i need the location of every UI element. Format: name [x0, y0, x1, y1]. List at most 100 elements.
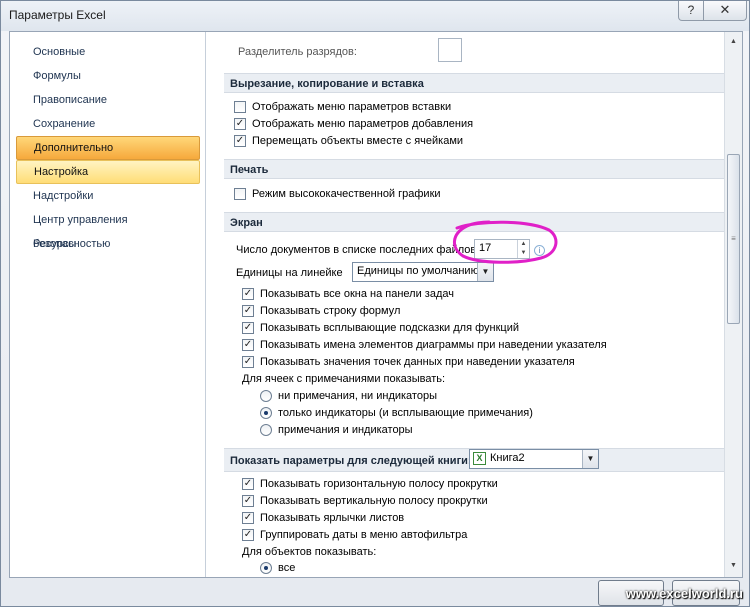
recent-files-label: Число документов в списке последних файл…	[236, 244, 480, 256]
options-panel: Разделитель разрядов: Вырезание, копиров…	[224, 32, 724, 577]
sidebar-item-label: Дополнительно	[34, 142, 114, 154]
option-row[interactable]: Отображать меню параметров вставки	[234, 99, 694, 116]
radio-button[interactable]	[260, 424, 272, 436]
checkbox-checked[interactable]: ✓	[242, 512, 254, 524]
option-row[interactable]: ✓ Показывать значения точек данных при н…	[242, 354, 702, 371]
option-row[interactable]: ✓ Показывать горизонтальную полосу прокр…	[242, 476, 702, 493]
checkbox[interactable]	[234, 188, 246, 200]
sidebar-item-resources[interactable]: Ресурсы	[16, 232, 200, 256]
option-label: Отображать меню параметров вставки	[252, 101, 452, 113]
radio-label: только индикаторы (и всплывающие примеча…	[278, 407, 533, 419]
radio-button-selected[interactable]	[260, 407, 272, 419]
scroll-thumb[interactable]: ≡	[727, 154, 740, 324]
option-row[interactable]: ✓ Перемещать объекты вместе с ячейками	[234, 133, 694, 150]
option-row[interactable]: ✓ Показывать все окна на панели задач	[242, 286, 702, 303]
sidebar-item-proofing[interactable]: Правописание	[16, 88, 200, 112]
sidebar-item-advanced[interactable]: Дополнительно	[16, 136, 200, 160]
option-label: Показывать все окна на панели задач	[260, 288, 454, 300]
help-icon: ?	[687, 3, 695, 17]
option-row[interactable]: ✓ Показывать всплывающие подсказки для ф…	[242, 320, 702, 337]
scroll-up-icon[interactable]: ▲	[726, 34, 741, 49]
section-print: Печать	[224, 159, 724, 179]
section-title: Экран	[230, 217, 263, 229]
checkbox-checked[interactable]: ✓	[242, 356, 254, 368]
watermark: www.excelworld.ru	[625, 586, 743, 601]
option-row[interactable]: ✓ Показывать ярлычки листов	[242, 510, 702, 527]
comments-label-row: Для ячеек с примечаниями показывать:	[242, 371, 445, 388]
option-label: Показывать имена элементов диаграммы при…	[260, 339, 607, 351]
thousands-separator-label: Разделитель разрядов:	[238, 46, 357, 58]
section-title: Вырезание, копирование и вставка	[230, 78, 424, 90]
radio-row[interactable]: примечания и индикаторы	[260, 422, 680, 439]
objects-label-row: Для объектов показывать:	[242, 544, 376, 561]
vertical-scrollbar[interactable]: ▲ ≡ ▼	[724, 32, 742, 577]
option-row[interactable]: ✓ Отображать меню параметров добавления	[234, 116, 694, 133]
title-bar: Параметры Excel ? ✕	[1, 1, 749, 31]
sidebar-item-label: Надстройки	[33, 190, 94, 202]
sidebar-item-customize[interactable]: Настройка	[16, 160, 200, 184]
checkbox[interactable]	[234, 101, 246, 113]
scroll-down-icon[interactable]: ▼	[726, 558, 741, 573]
chevron-down-icon[interactable]: ▼	[582, 450, 598, 468]
sidebar-item-label: Настройка	[34, 166, 89, 178]
checkbox-checked[interactable]: ✓	[234, 135, 246, 147]
sidebar-item-label: Правописание	[33, 94, 108, 106]
checkbox-checked[interactable]: ✓	[242, 495, 254, 507]
option-row[interactable]: ✓ Группировать даты в меню автофильтра	[242, 527, 702, 544]
radio-label: ни примечания, ни индикаторы	[278, 390, 437, 402]
sidebar-item-formulas[interactable]: Формулы	[16, 64, 200, 88]
dialog-body: Основные Формулы Правописание Сохранение…	[9, 31, 743, 578]
option-row[interactable]: Режим высококачественной графики	[234, 186, 694, 203]
help-button[interactable]: ?	[678, 1, 704, 21]
radio-button[interactable]	[260, 390, 272, 402]
thousands-separator-field[interactable]	[438, 38, 462, 62]
close-button[interactable]: ✕	[703, 1, 747, 21]
radio-button-selected[interactable]	[260, 562, 272, 574]
option-label: Показывать горизонтальную полосу прокрут…	[260, 478, 498, 490]
objects-label: Для объектов показывать:	[242, 546, 377, 558]
sidebar-item-addins[interactable]: Надстройки	[16, 184, 200, 208]
option-label: Показывать строку формул	[260, 305, 401, 317]
option-row[interactable]: ✓ Показывать строку формул	[242, 303, 702, 320]
option-row[interactable]: ✓ Показывать имена элементов диаграммы п…	[242, 337, 702, 354]
sidebar-item-general[interactable]: Основные	[16, 40, 200, 64]
sidebar-item-trust-center[interactable]: Центр управления безопасностью	[16, 208, 200, 250]
checkbox-checked[interactable]: ✓	[242, 288, 254, 300]
radio-row[interactable]: ни примечания, ни индикаторы	[260, 388, 680, 405]
option-label: Показывать вертикальную полосу прокрутки	[260, 495, 488, 507]
workbook-value: Книга2	[490, 452, 525, 464]
sidebar-item-label: Формулы	[33, 70, 81, 82]
ruler-units-label: Единицы на линейке	[236, 267, 343, 279]
checkbox-checked[interactable]: ✓	[242, 339, 254, 351]
checkbox-checked[interactable]: ✓	[242, 322, 254, 334]
checkbox-checked[interactable]: ✓	[242, 478, 254, 490]
dialog-title: Параметры Excel	[9, 8, 106, 22]
excel-file-icon: X	[473, 452, 486, 465]
radio-row[interactable]: только индикаторы (и всплывающие примеча…	[260, 405, 680, 422]
ruler-units-row: Единицы на линейке	[236, 265, 343, 282]
checkbox-checked[interactable]: ✓	[242, 305, 254, 317]
ruler-units-value: Единицы по умолчанию	[357, 265, 479, 277]
option-label: Показывать всплывающие подсказки для фун…	[260, 322, 520, 334]
option-label: Показывать значения точек данных при нав…	[260, 356, 575, 368]
option-label: Группировать даты в меню автофильтра	[260, 529, 468, 541]
radio-label: все	[278, 562, 296, 574]
checkbox-checked[interactable]: ✓	[234, 118, 246, 130]
option-row[interactable]: ✓ Показывать вертикальную полосу прокрут…	[242, 493, 702, 510]
section-title: Печать	[230, 164, 269, 176]
workbook-select[interactable]: X Книга2 ▼	[469, 449, 599, 469]
radio-row[interactable]: все	[260, 560, 560, 577]
sidebar-item-label: Сохранение	[33, 118, 96, 130]
option-label: Показывать ярлычки листов	[260, 512, 405, 524]
radio-label: примечания и индикаторы	[278, 424, 413, 436]
sidebar-item-save[interactable]: Сохранение	[16, 112, 200, 136]
close-icon: ✕	[719, 2, 731, 17]
option-label: Отображать меню параметров добавления	[252, 118, 474, 130]
option-label: Перемещать объекты вместе с ячейками	[252, 135, 464, 147]
checkbox-checked[interactable]: ✓	[242, 529, 254, 541]
sidebar-item-label: Основные	[33, 46, 86, 58]
excel-options-dialog: Параметры Excel ? ✕ Основные Формулы Пра…	[0, 0, 750, 607]
sidebar-item-label: Ресурсы	[33, 238, 77, 250]
thousands-separator-row: Разделитель разрядов:	[238, 44, 357, 61]
option-label: Режим высококачественной графики	[252, 188, 441, 200]
